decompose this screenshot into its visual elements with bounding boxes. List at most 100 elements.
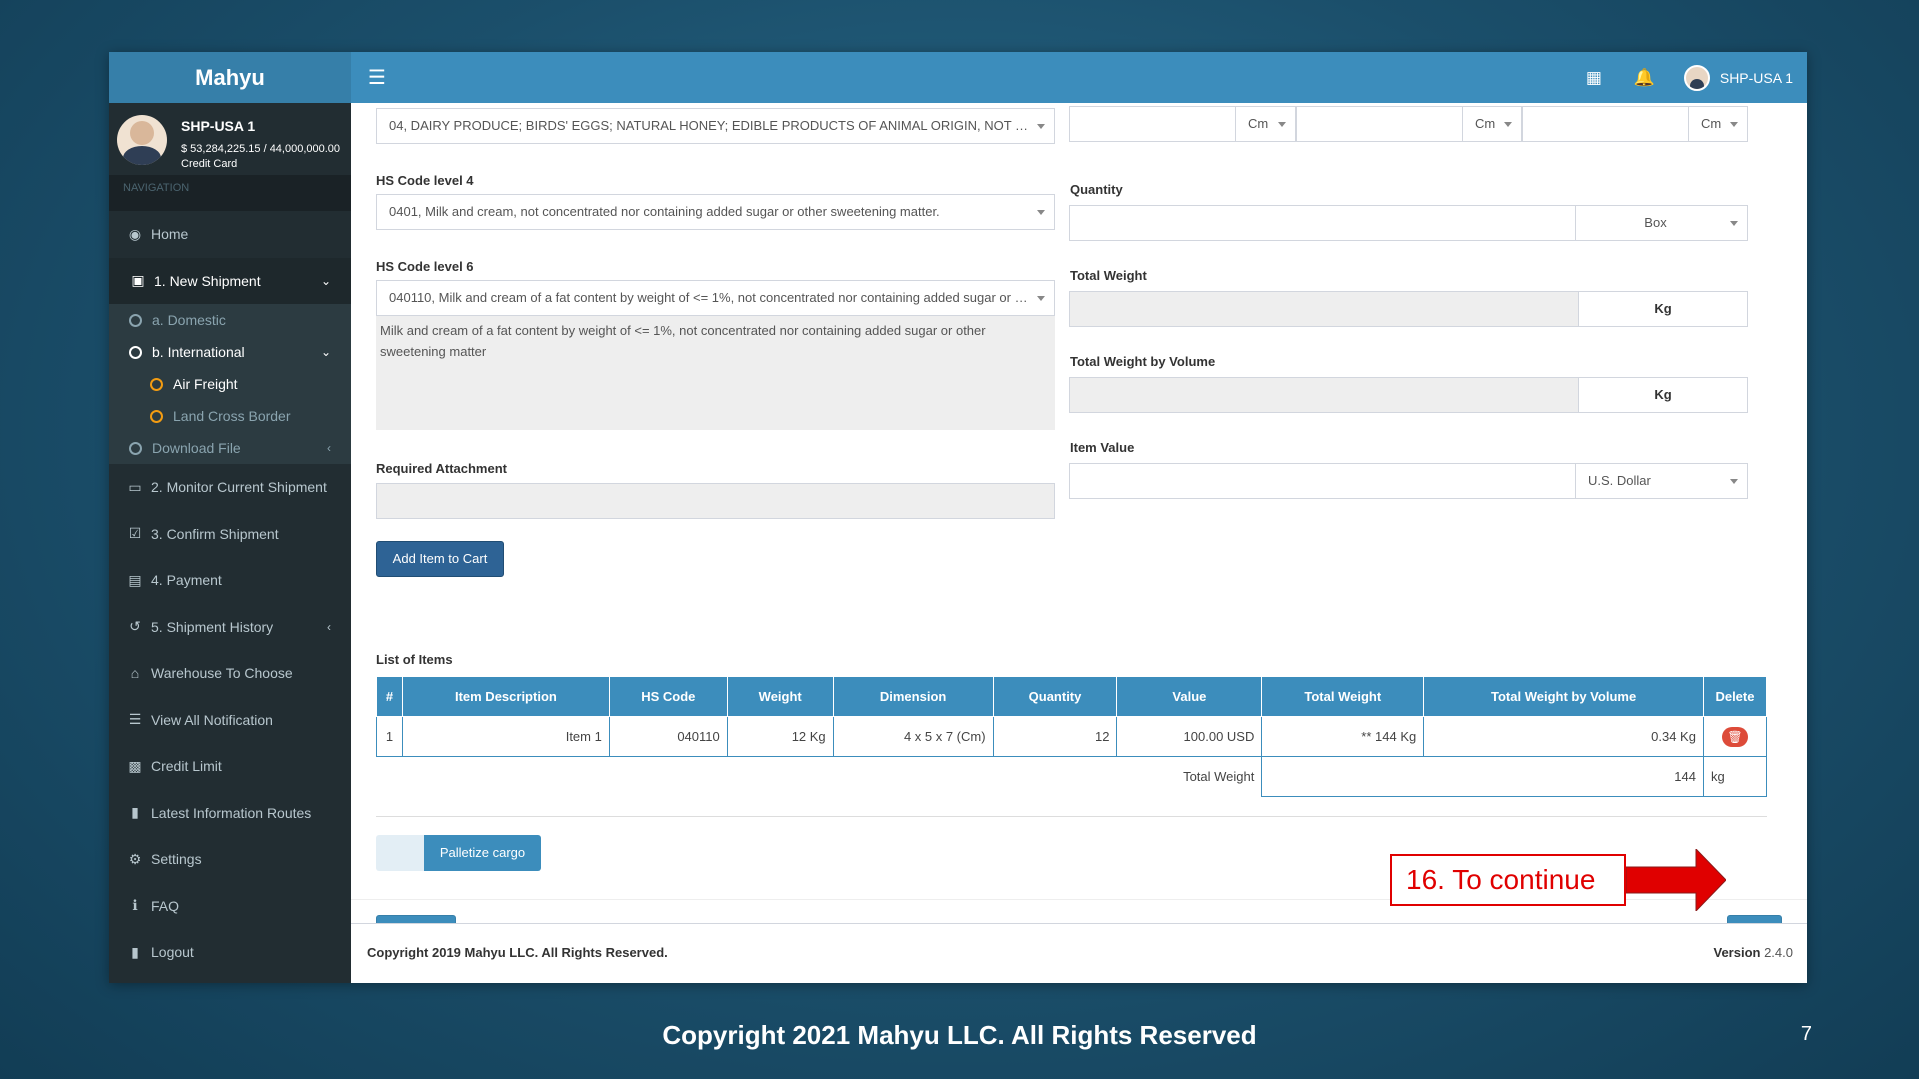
table-row: 1 Item 1 040110 12 Kg 4 x 5 x 7 (Cm) 12 … bbox=[376, 716, 1768, 757]
col-weight: Weight bbox=[726, 676, 834, 717]
circle-icon bbox=[129, 313, 142, 327]
chevron-left-icon: ‹ bbox=[327, 441, 331, 455]
required-attachment-field bbox=[376, 483, 1055, 519]
total-weight-volume-label: Total Weight by Volume bbox=[1070, 354, 1216, 369]
user-balance: $ 53,284,225.15 / 44,000,000.00 bbox=[181, 143, 341, 155]
sidebar-item-warehouse[interactable]: ⌂ Warehouse To Choose bbox=[109, 650, 351, 697]
total-weight-footer-label: Total Weight bbox=[1183, 769, 1255, 785]
sidebar-item-download-file[interactable]: Download File ‹ bbox=[109, 432, 351, 464]
hs-code-level4-select[interactable]: 0401, Milk and cream, not concentrated n… bbox=[376, 194, 1055, 230]
sidebar-item-international[interactable]: b. International ⌄ bbox=[109, 336, 351, 368]
credit-card-icon: ▤ bbox=[128, 571, 142, 588]
circle-icon bbox=[129, 441, 142, 455]
sidebar-item-logout[interactable]: ▮ Logout bbox=[109, 929, 351, 976]
sidebar: SHP-USA 1 $ 53,284,225.15 / 44,000,000.0… bbox=[109, 103, 351, 983]
new-shipment-submenu: a. Domestic b. International ⌄ Air Freig… bbox=[109, 304, 351, 464]
sidebar-item-notifications[interactable]: ☰ View All Notification bbox=[109, 697, 351, 744]
gear-icon: ⚙ bbox=[128, 850, 142, 867]
info-icon: ℹ bbox=[132, 897, 138, 914]
footer-copyright: Copyright 2019 Mahyu LLC. All Rights Res… bbox=[367, 945, 668, 960]
list-of-items-title: List of Items bbox=[376, 652, 453, 667]
circle-icon bbox=[150, 377, 163, 391]
quantity-label: Quantity bbox=[1070, 182, 1123, 197]
sidebar-item-domestic[interactable]: a. Domestic bbox=[109, 304, 351, 336]
col-total-weight: Total Weight bbox=[1261, 676, 1425, 717]
length-input[interactable] bbox=[1069, 106, 1236, 142]
item-value-input[interactable] bbox=[1069, 463, 1576, 499]
total-weight-unit: Kg bbox=[1578, 291, 1748, 327]
hs-code-level6-select[interactable]: 040110, Milk and cream of a fat content … bbox=[376, 280, 1055, 316]
cell-total-weight-volume: 0.34 Kg bbox=[1423, 716, 1704, 757]
chevron-down-icon: ⌄ bbox=[320, 345, 331, 359]
cell-value: 100.00 USD bbox=[1116, 716, 1263, 757]
cell-delete: 🗑 bbox=[1702, 716, 1768, 757]
language-icon[interactable]: ▦ bbox=[1584, 68, 1604, 88]
table-header-row: # Item Description HS Code Weight Dimens… bbox=[376, 676, 1768, 717]
user-menu[interactable]: SHP-USA 1 bbox=[1683, 64, 1793, 91]
sidebar-item-history[interactable]: ↺ 5. Shipment History ‹ bbox=[109, 604, 351, 651]
red-arrow-icon bbox=[1626, 849, 1726, 911]
brand-logo[interactable]: Mahyu bbox=[109, 52, 351, 103]
cell-dimension: 4 x 5 x 7 (Cm) bbox=[832, 716, 994, 757]
hs-code-description: Milk and cream of a fat content by weigh… bbox=[376, 316, 1055, 430]
total-weight-volume-unit: Kg bbox=[1578, 377, 1748, 413]
total-weight-footer-unit: kg bbox=[1702, 756, 1768, 797]
chevron-left-icon: ‹ bbox=[327, 619, 331, 634]
currency-select[interactable]: U.S. Dollar bbox=[1575, 463, 1748, 499]
cell-hs-code: 040110 bbox=[608, 716, 728, 757]
length-unit-select[interactable]: Cm bbox=[1235, 106, 1296, 142]
toggle-knob bbox=[376, 835, 424, 871]
book-icon: ▮ bbox=[131, 804, 139, 821]
user-panel: SHP-USA 1 $ 53,284,225.15 / 44,000,000.0… bbox=[109, 103, 351, 175]
avatar bbox=[117, 115, 167, 165]
sidebar-item-monitor[interactable]: ▭ 2. Monitor Current Shipment bbox=[109, 464, 351, 511]
list-icon: ☰ bbox=[128, 711, 142, 728]
trash-icon[interactable]: 🗑 bbox=[1721, 726, 1748, 747]
sidebar-item-faq[interactable]: ℹ FAQ bbox=[109, 883, 351, 930]
sidebar-toggle-icon[interactable]: ☰ bbox=[365, 66, 389, 90]
width-unit-select[interactable]: Cm bbox=[1462, 106, 1522, 142]
sidebar-item-confirm[interactable]: ☑ 3. Confirm Shipment bbox=[109, 511, 351, 558]
sidebar-item-routes[interactable]: ▮ Latest Information Routes bbox=[109, 790, 351, 837]
height-input[interactable] bbox=[1522, 106, 1689, 142]
cell-item-description: Item 1 bbox=[401, 716, 610, 757]
top-navbar: Mahyu ☰ ▦ 🔔 SHP-USA 1 bbox=[109, 52, 1807, 103]
total-weight-field bbox=[1069, 291, 1579, 327]
sidebar-item-payment[interactable]: ▤ 4. Payment bbox=[109, 557, 351, 604]
palletize-cargo-toggle[interactable]: Palletize cargo bbox=[376, 835, 541, 871]
cell-weight: 12 Kg bbox=[726, 716, 834, 757]
hs-code-level2-select[interactable]: 04, DAIRY PRODUCE; BIRDS' EGGS; NATURAL … bbox=[376, 108, 1055, 144]
hs-code-level6-label: HS Code level 6 bbox=[376, 259, 474, 274]
top-user-name: SHP-USA 1 bbox=[1719, 69, 1793, 86]
circle-icon bbox=[129, 345, 142, 359]
history-icon: ↺ bbox=[129, 618, 141, 635]
circle-icon bbox=[150, 409, 163, 423]
col-dimension: Dimension bbox=[832, 676, 994, 717]
width-input[interactable] bbox=[1296, 106, 1463, 142]
total-weight-footer-value: 144 bbox=[1261, 756, 1704, 797]
sidebar-item-home[interactable]: ◉ Home bbox=[109, 211, 351, 258]
height-unit-select[interactable]: Cm bbox=[1688, 106, 1748, 142]
warehouse-icon: ⌂ bbox=[130, 665, 140, 682]
sidebar-item-land-cross-border[interactable]: Land Cross Border bbox=[109, 400, 351, 432]
required-attachment-label: Required Attachment bbox=[376, 461, 507, 476]
palletize-cargo-label: Palletize cargo bbox=[424, 835, 541, 871]
quantity-input[interactable] bbox=[1069, 205, 1576, 241]
bell-icon[interactable]: 🔔 bbox=[1634, 68, 1655, 88]
chevron-down-icon: ⌄ bbox=[320, 273, 331, 288]
sidebar-item-credit-limit[interactable]: ▩ Credit Limit bbox=[109, 743, 351, 790]
sidebar-item-settings[interactable]: ⚙ Settings bbox=[109, 836, 351, 883]
quantity-unit-select[interactable]: Box bbox=[1575, 205, 1748, 241]
col-item-description: Item Description bbox=[401, 676, 610, 717]
laptop-icon: ▭ bbox=[128, 478, 142, 495]
hs-code-level4-label: HS Code level 4 bbox=[376, 173, 474, 188]
sidebar-item-air-freight[interactable]: Air Freight bbox=[109, 368, 351, 400]
form-icon: ▣ bbox=[131, 272, 145, 289]
dashboard-icon: ◉ bbox=[128, 225, 142, 242]
sidebar-item-new-shipment[interactable]: ▣ 1. New Shipment ⌄ bbox=[109, 257, 351, 304]
app-window: Mahyu ☰ ▦ 🔔 SHP-USA 1 SHP-USA 1 $ 53,284… bbox=[109, 52, 1807, 983]
add-item-to-cart-button[interactable]: Add Item to Cart bbox=[376, 541, 504, 577]
col-quantity: Quantity bbox=[992, 676, 1118, 717]
cell-quantity: 12 bbox=[992, 716, 1118, 757]
user-payment-type: Credit Card bbox=[181, 158, 238, 170]
